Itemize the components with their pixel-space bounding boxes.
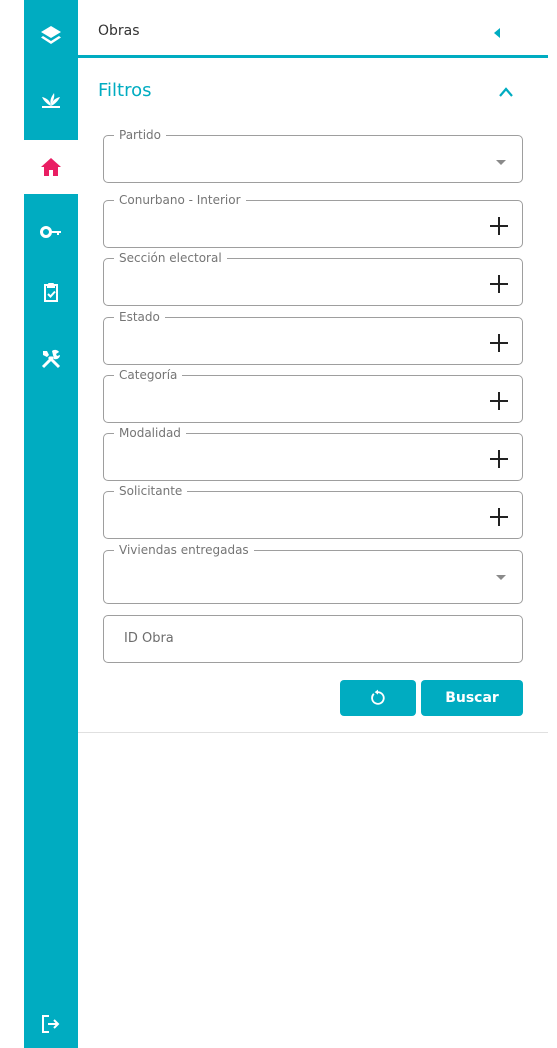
field-label: Partido: [114, 127, 166, 143]
panel-header: Obras: [78, 8, 548, 58]
sidebar-item-home[interactable]: [24, 140, 78, 194]
field-label: Solicitante: [114, 483, 188, 499]
plus-icon[interactable]: [490, 450, 508, 468]
sidebar-item-logout[interactable]: [24, 997, 78, 1048]
plus-icon[interactable]: [490, 217, 508, 235]
field-label: Conurbano - Interior: [114, 192, 246, 208]
field-label: Estado: [114, 309, 165, 325]
refresh-icon: [371, 689, 385, 705]
partido-select[interactable]: Partido: [103, 127, 523, 183]
sidebar-item-key[interactable]: [24, 205, 78, 259]
filters-title: Filtros: [98, 80, 152, 101]
plus-icon[interactable]: [490, 275, 508, 293]
sidebar-item-tools[interactable]: [24, 332, 78, 386]
filter-panel: Obras Filtros Partido Conurbano - Interi…: [78, 0, 548, 1048]
sidebar-item-layers[interactable]: [24, 8, 78, 62]
dropdown-arrow-icon: [496, 160, 506, 165]
viviendas-entregadas-select[interactable]: Viviendas entregadas: [103, 542, 523, 604]
id-obra-input[interactable]: ID Obra: [103, 615, 523, 663]
home-icon: [41, 158, 61, 176]
sidebar: [24, 0, 78, 1048]
chevron-up-icon[interactable]: [498, 86, 514, 98]
field-label: Categoría: [114, 367, 183, 383]
search-button[interactable]: Buscar: [421, 680, 523, 716]
tools-icon: [41, 349, 61, 369]
sidebar-item-clipboard[interactable]: [24, 266, 78, 320]
layers-icon: [41, 26, 61, 44]
field-label: Sección electoral: [114, 250, 227, 266]
field-label: Viviendas entregadas: [114, 542, 254, 558]
plus-icon[interactable]: [490, 508, 508, 526]
sidebar-item-plant[interactable]: [24, 73, 78, 127]
modalidad-field[interactable]: Modalidad: [103, 425, 523, 481]
divider: [78, 732, 548, 733]
panel-title: Obras: [98, 23, 140, 39]
reset-button[interactable]: [340, 680, 416, 716]
dropdown-arrow-icon: [496, 575, 506, 580]
conurbano-interior-field[interactable]: Conurbano - Interior: [103, 192, 523, 248]
categoria-field[interactable]: Categoría: [103, 367, 523, 423]
key-icon: [40, 226, 61, 238]
collapse-panel-icon[interactable]: [494, 28, 500, 38]
clipboard-check-icon: [44, 283, 58, 302]
estado-field[interactable]: Estado: [103, 309, 523, 365]
logout-icon: [42, 1015, 60, 1033]
plus-icon[interactable]: [490, 334, 508, 352]
id-obra-placeholder: ID Obra: [124, 631, 174, 646]
solicitante-field[interactable]: Solicitante: [103, 483, 523, 539]
plus-icon[interactable]: [490, 392, 508, 410]
seccion-electoral-field[interactable]: Sección electoral: [103, 250, 523, 306]
plant-icon: [42, 93, 60, 108]
field-label: Modalidad: [114, 425, 186, 441]
